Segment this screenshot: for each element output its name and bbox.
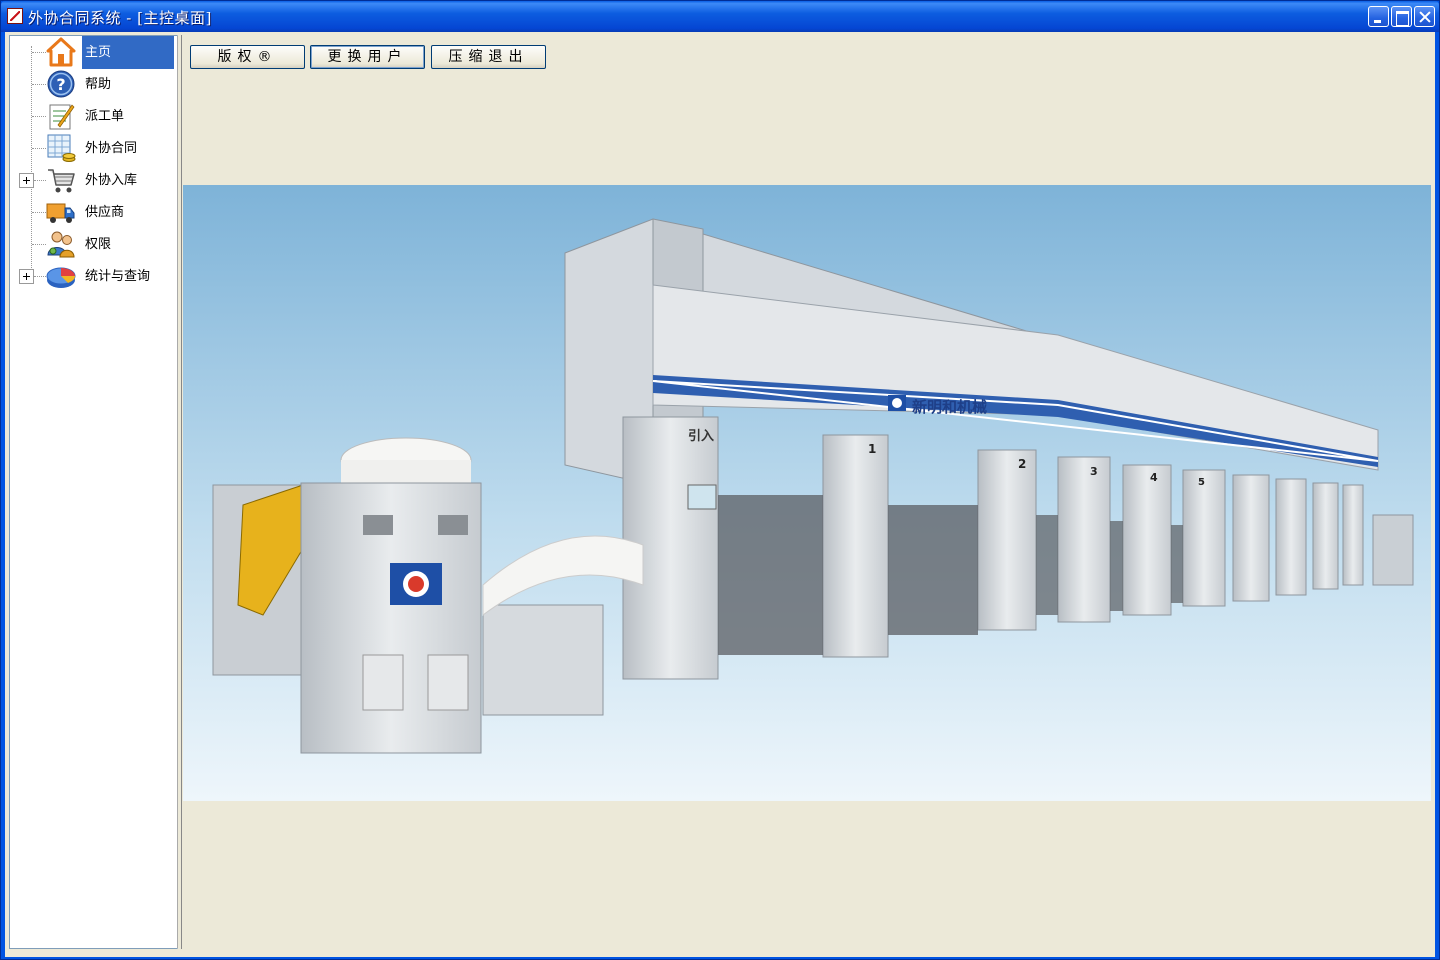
dispatch-order-icon [49,104,75,130]
svg-text:4: 4 [1150,471,1158,484]
contract-spreadsheet-icon [47,134,76,162]
expand-toggle[interactable] [19,173,34,188]
svg-text:3: 3 [1090,465,1098,478]
copyright-button[interactable]: 版权® [190,45,305,69]
svg-text:5: 5 [1198,477,1205,488]
title-bar[interactable]: 外协合同系统 - [主控桌面] [1,1,1439,32]
tree-item-label: 供应商 [85,205,125,220]
tree-item-label: 外协合同 [85,141,138,156]
tree-item-inbound[interactable]: 外协入库 [10,164,177,196]
home-icon [46,37,76,67]
tree-item-contracts[interactable]: 外协合同 [10,132,177,164]
minimize-button[interactable] [1368,6,1389,27]
svg-text:?: ? [56,75,65,94]
tree-item-label: 主页 [82,36,174,69]
client-area: 主页 ? 帮助 派工单 外协合同 外协入库 供应商 权限 统计与查询 版权® 更… [5,32,1435,957]
window-title: 外协合同系统 - [主控桌面] [28,9,212,27]
tree-item-label: 帮助 [85,77,112,92]
expand-toggle[interactable] [19,269,34,284]
tree-item-label: 权限 [85,237,112,252]
shopping-cart-icon [48,169,75,193]
tree-item-permissions[interactable]: 权限 [10,228,177,260]
tree-item-home[interactable]: 主页 [10,36,177,69]
tree-item-help[interactable]: ? 帮助 [10,68,177,100]
machine-brand-text: 新明和机械 [912,398,987,416]
help-icon: ? [47,70,75,98]
navigation-tree[interactable]: 主页 ? 帮助 派工单 外协合同 外协入库 供应商 权限 统计与查询 [9,35,181,949]
svg-text:1: 1 [868,442,876,456]
statistics-disk-icon [46,267,76,288]
tree-item-label: 统计与查询 [85,269,151,284]
svg-text:2: 2 [1018,457,1026,471]
delivery-truck-icon [46,203,75,223]
tree-item-suppliers[interactable]: 供应商 [10,196,177,228]
app-icon [7,8,23,24]
printing-machine-photo: 新明和机械 引入 1 2 3 4 5 [183,185,1431,801]
main-desktop-panel: 版权® 更换用户 压缩退出 新明和机械 引入 1 2 3 4 5 [181,35,1431,949]
users-permission-icon [47,231,75,258]
maximize-button[interactable] [1391,6,1412,27]
station-label: 引入 [688,429,714,444]
switch-user-button[interactable]: 更换用户 [310,45,425,69]
tree-item-label: 派工单 [85,109,125,124]
tree-item-dispatch-order[interactable]: 派工单 [10,100,177,132]
close-button[interactable] [1414,6,1435,27]
tree-item-statistics[interactable]: 统计与查询 [10,260,177,292]
compress-exit-button[interactable]: 压缩退出 [431,45,546,69]
tree-item-label: 外协入库 [85,173,138,188]
app-window: 外协合同系统 - [主控桌面] 主页 ? 帮助 派工单 外协合同 外协入库 供应… [0,0,1440,960]
